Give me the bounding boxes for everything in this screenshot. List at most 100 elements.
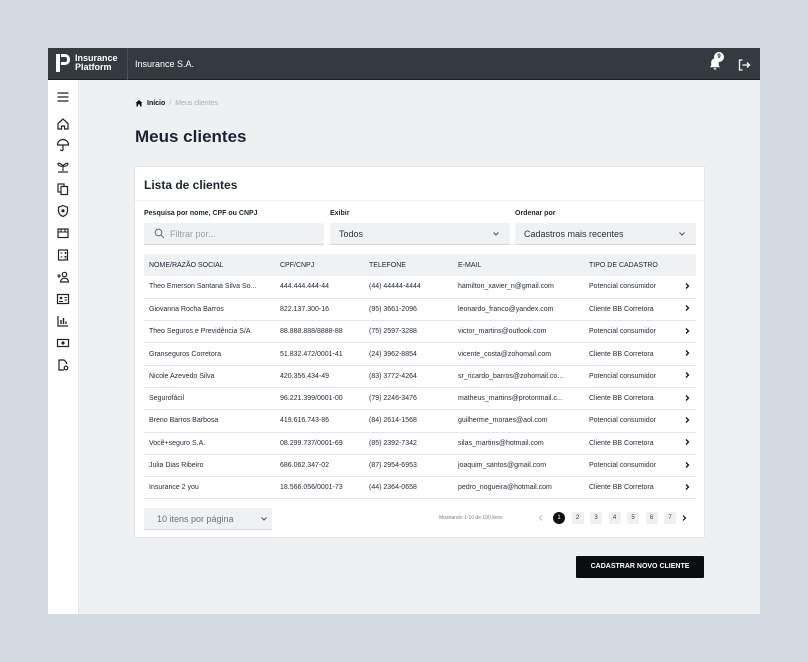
chevron-right-icon [685,394,690,401]
cell-type: Cliente BB Corretora [584,298,678,322]
page-button[interactable]: 5 [627,512,639,524]
cell-phone: (85) 2392-7342 [364,432,453,455]
cell-email: silas_martins@hotmail.com [453,432,584,455]
page-button[interactable]: 2 [571,512,584,524]
show-label: Exibir [330,210,350,217]
next-page-icon[interactable] [680,514,688,522]
table-row[interactable]: Insurance 2 you 18.566.056/0001-73 (44) 23… [144,476,696,500]
menu-icon[interactable] [56,90,70,104]
page-button[interactable]: 4 [608,512,621,524]
sidebar [48,80,79,614]
breadcrumb: Início / Meus clientes [135,99,218,107]
row-open-button[interactable] [678,476,696,500]
cell-phone: (44) 44444-4444 [364,276,453,299]
plant-icon[interactable] [56,160,70,174]
chevron-right-icon [685,439,690,446]
showing-text: Mostrando 1-10 de 100 itens [439,515,503,521]
cell-document: 18.566.056/0001-73 [275,476,364,500]
brand-logo[interactable]: Insurance Platform [56,54,118,72]
table-row[interactable]: Theo Seguros e Previdência S/A 88.888.888… [144,320,696,344]
row-open-button[interactable] [678,342,696,366]
table-header-row: NOME/RAZÃO SOCIAL CPF/CNPJ TELEFONE E-MA… [144,254,696,276]
col-header-phone[interactable]: TELEFONE [364,254,453,276]
show-select[interactable]: Todos [330,223,510,245]
card-title: Lista de clientes [144,178,238,192]
row-open-button[interactable] [678,387,696,411]
logout-icon[interactable] [737,58,751,72]
chevron-right-icon [685,327,690,334]
table-row[interactable]: Você+seguro S.A. 08.299.737/0001-69 (85) 2… [144,432,696,455]
search-input[interactable]: Filtrar por... [144,223,324,245]
store-icon[interactable] [56,226,70,240]
cell-type: Cliente BB Corretora [584,432,678,455]
cell-phone: (79) 2246-3476 [364,387,453,411]
page-button[interactable]: 1 [553,512,565,524]
cell-document: 419.616.743-86 [275,409,364,433]
table-row[interactable]: Giovanna Rocha Barros 822.137.300-16 (95) … [144,298,696,322]
search-placeholder: Filtrar por... [170,229,216,239]
cell-type: Potencial consumidor [584,320,678,344]
table-row[interactable]: Theo Emerson Santana Silva So... 444.444.… [144,276,696,299]
page-button[interactable]: 7 [664,512,676,524]
company-name: Insurance S.A. [135,59,195,69]
add-user-icon[interactable] [56,270,70,284]
row-open-button[interactable] [678,365,696,388]
logo-mark-icon [56,54,70,72]
cell-email: vicente_costa@zohomail.com [453,342,584,366]
brand-name: Insurance Platform [75,54,118,72]
cell-email: hamilton_xavier_n@gmail.com [453,276,584,299]
row-open-button[interactable] [678,454,696,478]
cell-document: 88.888.888/8888-88 [275,320,364,344]
cell-phone: (24) 3962-8854 [364,342,453,366]
id-card-icon[interactable] [56,292,70,306]
table-row[interactable]: Breno Barros Barbosa 419.616.743-86 (84) 2… [144,409,696,433]
table-row[interactable]: Granseguros Corretora 51.832.472/0001-41(… [144,342,696,366]
breadcrumb-home[interactable]: Início [147,100,165,107]
col-header-name[interactable]: NOME/RAZÃO SOCIAL [144,254,275,276]
shield-icon[interactable] [56,204,70,218]
page-button[interactable]: 6 [645,512,658,524]
home-breadcrumb-icon[interactable] [135,99,143,107]
prev-page-icon[interactable] [537,514,545,522]
card-divider [135,200,704,201]
document-settings-icon[interactable] [56,358,70,372]
cell-type: Potencial consumidor [584,454,678,478]
cell-type: Potencial consumidor [584,409,678,433]
row-open-button[interactable] [678,409,696,433]
order-value: Cadastros mais recentes [524,229,624,239]
bar-chart-icon[interactable] [56,314,70,328]
col-header-email[interactable]: E-MAIL [453,254,584,276]
home-icon[interactable] [56,117,70,131]
money-icon[interactable] [56,336,70,350]
cell-document: 444.444.444-44 [275,276,364,299]
cell-name: Granseguros Corretora [144,342,275,366]
cell-phone: (44) 2364-0658 [364,476,453,500]
topbar: Insurance Platform Insurance S.A. 9 [48,48,760,80]
search-icon [154,228,165,239]
cell-phone: (84) 2614-1568 [364,409,453,433]
row-open-button[interactable] [678,276,696,299]
order-select[interactable]: Cadastros mais recentes [515,223,696,245]
cell-name: Julia Dias Ribeiro [144,454,275,478]
row-open-button[interactable] [678,432,696,455]
cell-type: Cliente BB Corretora [584,342,678,366]
cell-document: 420.356.434-49 [275,365,364,388]
table-row[interactable]: Julia Dias Ribeiro 686.062.347-02 (87) 295… [144,454,696,478]
calculator-icon[interactable] [56,248,70,262]
chevron-down-icon [493,232,499,236]
row-open-button[interactable] [678,298,696,322]
cell-email: victor_martins@outlook.com [453,320,584,344]
app-window: Insurance Platform Insurance S.A. 9 Iníc… [48,48,760,614]
page-button[interactable]: 3 [590,512,602,524]
cell-name: Theo Emerson Santana Silva So... [144,276,275,299]
copy-icon[interactable] [56,182,70,196]
add-client-button[interactable]: CADASTRAR NOVO CLIENTE [576,556,704,578]
items-per-page-select[interactable]: 10 itens por página [144,508,272,530]
table-row[interactable]: Nicole Azevedo Silva 420.356.434-49 (83) 3… [144,365,696,388]
table-row[interactable]: Segurofácil 96.221.399/0001-00 (79) 2246-3… [144,387,696,411]
umbrella-icon[interactable] [56,138,70,152]
col-header-document[interactable]: CPF/CNPJ [275,254,364,276]
row-open-button[interactable] [678,320,696,344]
col-header-type[interactable]: TIPO DE CADASTRO [584,254,678,276]
cell-name: Segurofácil [144,387,275,411]
